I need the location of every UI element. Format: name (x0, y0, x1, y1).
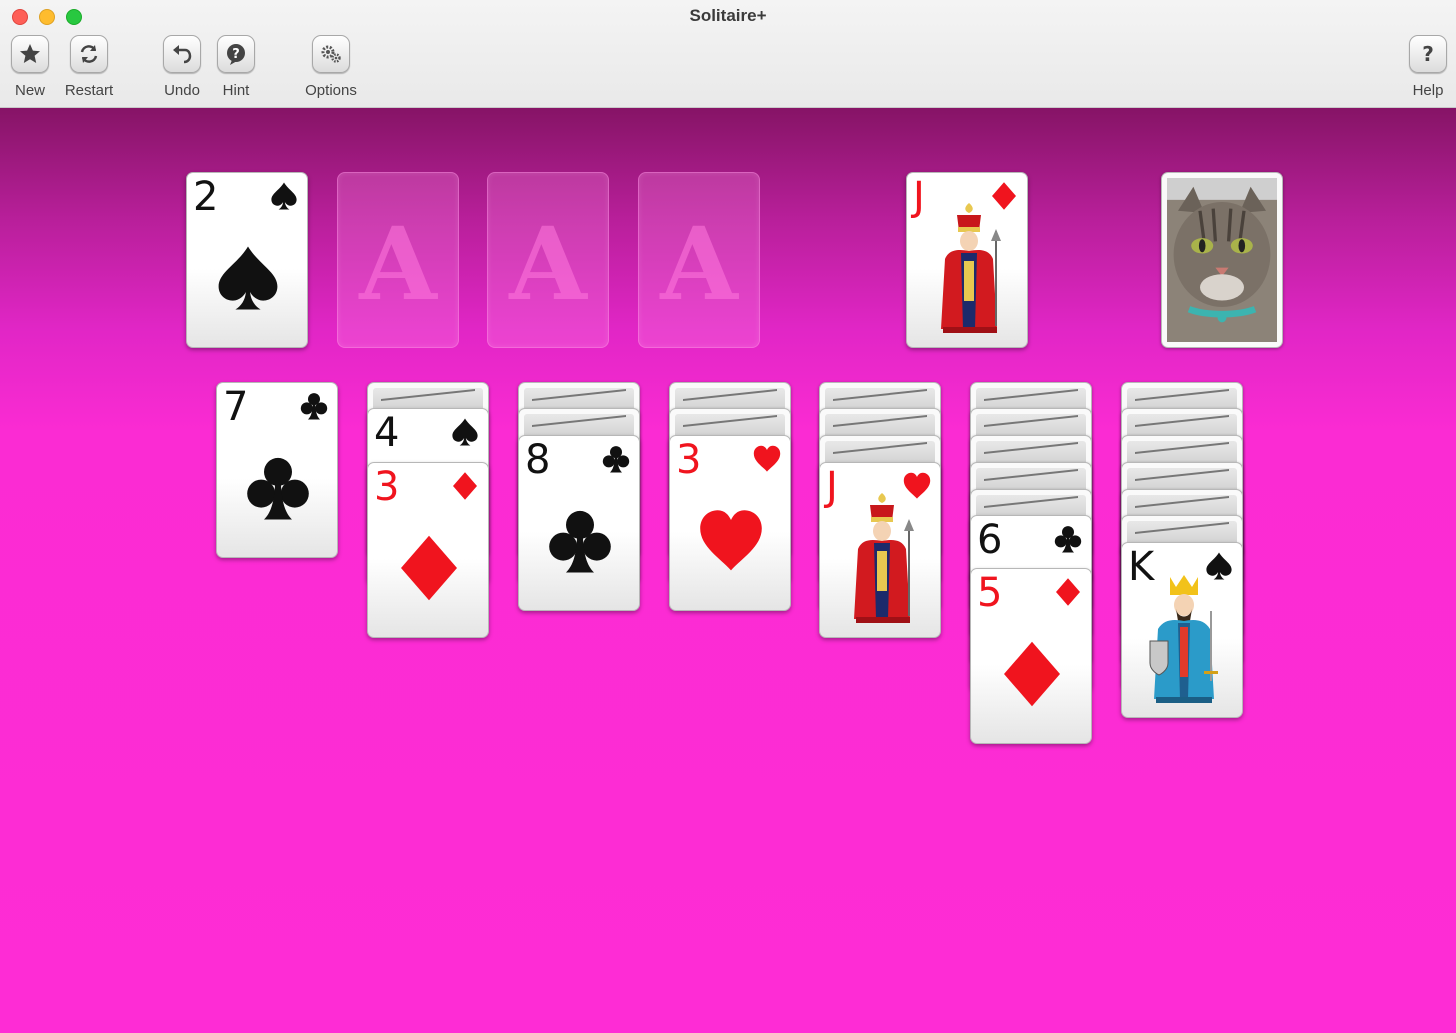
svg-text:?: ? (232, 47, 240, 62)
spade-icon (213, 243, 283, 313)
card-rank: 4 (374, 410, 400, 456)
diamond-icon (450, 471, 480, 501)
card-rank: 7 (223, 384, 249, 430)
diamond-icon (1053, 577, 1083, 607)
restart-icon[interactable] (70, 35, 108, 73)
help-button[interactable]: ? Help (1393, 35, 1456, 99)
card-rank: 8 (525, 437, 551, 483)
card-rank: 3 (374, 464, 400, 510)
tableau-6-five-of-diamonds[interactable]: 5 (970, 568, 1092, 744)
spade-icon (269, 181, 299, 211)
gears-icon[interactable] (312, 35, 350, 73)
diamond-icon (997, 639, 1067, 709)
foundation-3-empty-slot[interactable]: A (487, 172, 609, 348)
jack-figure-icon (931, 201, 1007, 341)
waste-card-jack-of-diamonds[interactable]: J (906, 172, 1028, 348)
options-label: Options (305, 82, 357, 99)
restart-label: Restart (64, 82, 114, 99)
window-title: Solitaire+ (689, 6, 767, 25)
stock-pile[interactable] (1161, 172, 1283, 348)
tableau-5-jack-of-hearts[interactable]: J (819, 462, 941, 638)
card-rank: J (913, 174, 925, 220)
card-rank: 6 (977, 517, 1003, 563)
tableau-2-three-of-diamonds[interactable]: 3 (367, 462, 489, 638)
cat-card-back-icon (1167, 178, 1277, 342)
tableau-7-king-of-spades[interactable]: K (1121, 542, 1243, 718)
foundation-1-card-two-of-spades[interactable]: 2 (186, 172, 308, 348)
star-icon[interactable] (11, 35, 49, 73)
help-label: Help (1412, 82, 1444, 99)
diamond-icon (394, 533, 464, 603)
club-icon (601, 444, 631, 474)
undo-arrow-icon[interactable] (163, 35, 201, 73)
card-rank: 5 (977, 570, 1003, 616)
tableau-1-seven-of-clubs[interactable]: 7 (216, 382, 338, 558)
foundation-2-empty-slot[interactable]: A (337, 172, 459, 348)
club-icon (299, 391, 329, 421)
jack-figure-icon (844, 491, 920, 631)
heart-icon (696, 506, 766, 576)
hint-bubble-icon[interactable]: ? (217, 35, 255, 73)
hint-label: Hint (222, 82, 250, 99)
club-icon (1053, 524, 1083, 554)
tableau-3-eight-of-clubs[interactable]: 8 (518, 435, 640, 611)
svg-text:?: ? (1422, 42, 1434, 66)
hint-button[interactable]: ? Hint (201, 35, 271, 99)
card-rank: 2 (193, 174, 219, 220)
foundation-4-empty-slot[interactable]: A (638, 172, 760, 348)
slot-ace-placeholder: A (509, 205, 587, 323)
club-icon (243, 453, 313, 523)
restart-button[interactable]: Restart (54, 35, 124, 99)
heart-icon (752, 444, 782, 474)
tableau-4-three-of-hearts[interactable]: 3 (669, 435, 791, 611)
options-button[interactable]: Options (296, 35, 366, 99)
king-figure-icon (1146, 571, 1222, 711)
card-rank: 3 (676, 437, 702, 483)
club-icon (545, 506, 615, 576)
slot-ace-placeholder: A (359, 205, 437, 323)
game-table[interactable]: 2 A A A J 7 4 3 8 3 J 6 5 K (0, 108, 1456, 1033)
spade-icon (450, 417, 480, 447)
slot-ace-placeholder: A (660, 205, 738, 323)
toolbar: Solitaire+ New Restart Undo ? Hint Optio… (0, 0, 1456, 108)
help-question-icon[interactable]: ? (1409, 35, 1447, 73)
card-rank: J (826, 464, 838, 510)
